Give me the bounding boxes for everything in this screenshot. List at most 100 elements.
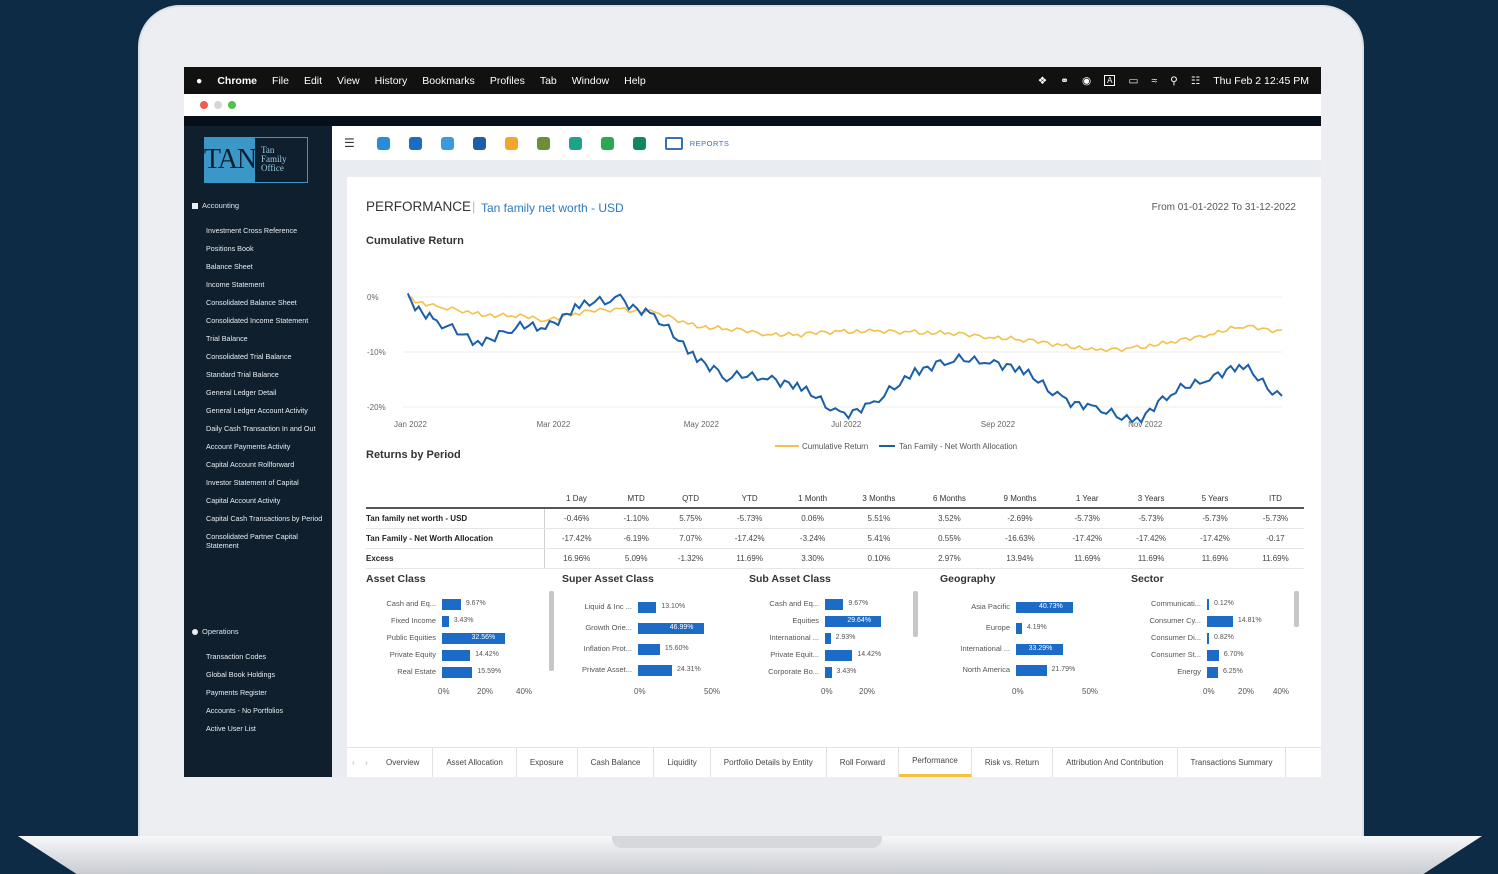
sidebar-item-standard-trial-balance[interactable]: Standard Trial Balance [206,370,326,379]
menu-help[interactable]: Help [624,75,646,87]
tab-asset-allocation[interactable]: Asset Allocation [433,747,517,777]
breakdown-bar[interactable] [442,667,473,678]
sidebar-item-capital-cash-transactions-by-period[interactable]: Capital Cash Transactions by Period [206,514,326,523]
sidebar-item-general-ledger-detail[interactable]: General Ledger Detail [206,388,326,397]
maximize-window-button[interactable] [228,101,236,109]
menu-tab[interactable]: Tab [540,75,557,87]
sidebar-item-investment-cross-reference[interactable]: Investment Cross Reference [206,226,326,235]
breakdown-bar[interactable] [825,633,831,644]
menu-view[interactable]: View [337,75,360,87]
menu-app-name[interactable]: Chrome [217,75,257,87]
sync-icon[interactable] [568,136,582,150]
breakdown-bar[interactable] [1207,650,1219,661]
sidebar-item-daily-cash-transaction-in-and-out[interactable]: Daily Cash Transaction In and Out [206,424,326,433]
play-icon[interactable]: ◉ [1082,75,1091,87]
sidebar-section-accounting[interactable]: Accounting [192,201,239,210]
sidebar-item-consolidated-trial-balance[interactable]: Consolidated Trial Balance [206,352,326,361]
control-center-icon[interactable]: ☷ [1191,75,1200,87]
dashboard-icon[interactable] [376,136,390,150]
input-indicator[interactable]: A [1104,75,1116,86]
battery-icon[interactable]: ▭ [1128,75,1138,87]
breakdown-bar[interactable] [442,616,449,627]
breakdown-label: Consumer Cy... [1149,616,1201,625]
breakdown-scrollbar[interactable] [1294,591,1299,627]
tab-scroll-right-icon[interactable]: › [360,758,373,767]
clock[interactable]: Thu Feb 2 12:45 PM [1213,75,1309,87]
sidebar-item-capital-account-rollforward[interactable]: Capital Account Rollforward [206,460,326,469]
legend-label[interactable]: Tan Family - Net Worth Allocation [899,442,1017,451]
sidebar-section-operations[interactable]: Operations [192,627,239,636]
calculator-icon[interactable] [440,136,454,150]
menu-profiles[interactable]: Profiles [490,75,525,87]
file-icon[interactable] [600,136,614,150]
hamburger-menu-icon[interactable]: ☰ [344,136,355,150]
sidebar-item-global-book-holdings[interactable]: Global Book Holdings [206,670,326,679]
sidebar-item-account-payments-activity[interactable]: Account Payments Activity [206,442,326,451]
ledger-icon[interactable] [632,136,646,150]
breakdown-bar[interactable] [442,599,461,610]
date-range[interactable]: From 01-01-2022 To 31-12-2022 [1152,202,1296,213]
search-icon[interactable]: ⚲ [1170,75,1178,87]
sidebar-item-capital-account-activity[interactable]: Capital Account Activity [206,496,326,505]
legend-label[interactable]: Cumulative Return [802,442,868,451]
minimize-window-button[interactable] [214,101,222,109]
sidebar-item-transaction-codes[interactable]: Transaction Codes [206,652,326,661]
menu-history[interactable]: History [375,75,408,87]
breakdown-bar[interactable] [1016,623,1022,634]
breakdown-bar[interactable] [638,602,657,613]
tab-risk-vs-return[interactable]: Risk vs. Return [972,747,1054,777]
tab-scroll-left-icon[interactable]: ‹ [347,758,360,767]
sidebar-item-trial-balance[interactable]: Trial Balance [206,334,326,343]
reports-button[interactable]: REPORTS [664,136,730,150]
sidebar-item-consolidated-partner-capital-statement[interactable]: Consolidated Partner Capital Statement [206,532,326,550]
tab-liquidity[interactable]: Liquidity [654,747,711,777]
sidebar-item-accounts-no-portfolios[interactable]: Accounts - No Portfolios [206,706,326,715]
breakdown-scrollbar[interactable] [913,591,918,637]
people-icon[interactable] [536,136,550,150]
tab-roll-forward[interactable]: Roll Forward [827,747,900,777]
sidebar-item-income-statement[interactable]: Income Statement [206,280,326,289]
breakdown-bar[interactable] [1207,616,1233,627]
sidebar-item-payments-register[interactable]: Payments Register [206,688,326,697]
close-window-button[interactable] [200,101,208,109]
breakdown-bar[interactable] [442,650,471,661]
breakdown-bar[interactable] [638,644,660,655]
sidebar-item-positions-book[interactable]: Positions Book [206,244,326,253]
dropbox-icon[interactable]: ❖ [1038,75,1047,87]
breakdown-bar[interactable] [1016,665,1047,676]
logo[interactable]: TAN Tan Family Office [204,137,308,183]
sidebar-item-balance-sheet[interactable]: Balance Sheet [206,262,326,271]
transfer-icon[interactable] [504,136,518,150]
breakdown-bar[interactable] [825,599,844,610]
sidebar-item-general-ledger-account-activity[interactable]: General Ledger Account Activity [206,406,326,415]
menu-bookmarks[interactable]: Bookmarks [422,75,475,87]
apple-icon[interactable]: ● [196,75,202,87]
breakdown-bar[interactable] [825,650,853,661]
sidebar-item-investor-statement-of-capital[interactable]: Investor Statement of Capital [206,478,326,487]
tab-attribution-and-contribution[interactable]: Attribution And Contribution [1053,747,1178,777]
tab-overview[interactable]: Overview [373,747,434,777]
mail-icon[interactable] [472,136,486,150]
series-line-cumulative-return[interactable] [407,296,1283,353]
breakdown-bar[interactable] [1207,633,1209,644]
tab-cash-balance[interactable]: Cash Balance [578,747,655,777]
sidebar-item-active-user-list[interactable]: Active User List [206,724,326,733]
tab-portfolio-details-by-entity[interactable]: Portfolio Details by Entity [711,747,827,777]
menu-window[interactable]: Window [572,75,609,87]
tab-exposure[interactable]: Exposure [517,747,578,777]
menu-edit[interactable]: Edit [304,75,322,87]
sidebar-item-consolidated-balance-sheet[interactable]: Consolidated Balance Sheet [206,298,326,307]
tab-transactions-summary[interactable]: Transactions Summary [1178,747,1287,777]
breakdown-bar[interactable] [1207,599,1209,610]
breakdown-bar[interactable] [825,667,832,678]
creative-cloud-icon[interactable]: ⚭ [1060,75,1069,87]
document-icon[interactable] [408,136,422,150]
tab-performance[interactable]: Performance [899,747,972,777]
sidebar-item-consolidated-income-statement[interactable]: Consolidated Income Statement [206,316,326,325]
breakdown-bar[interactable] [638,665,673,676]
breakdown-bar[interactable] [1207,667,1218,678]
wifi-icon[interactable]: ≈ [1151,75,1157,87]
series-line-tan-family-net-worth-allocation[interactable] [406,292,1283,425]
menu-file[interactable]: File [272,75,289,87]
breakdown-scrollbar[interactable] [549,591,554,671]
